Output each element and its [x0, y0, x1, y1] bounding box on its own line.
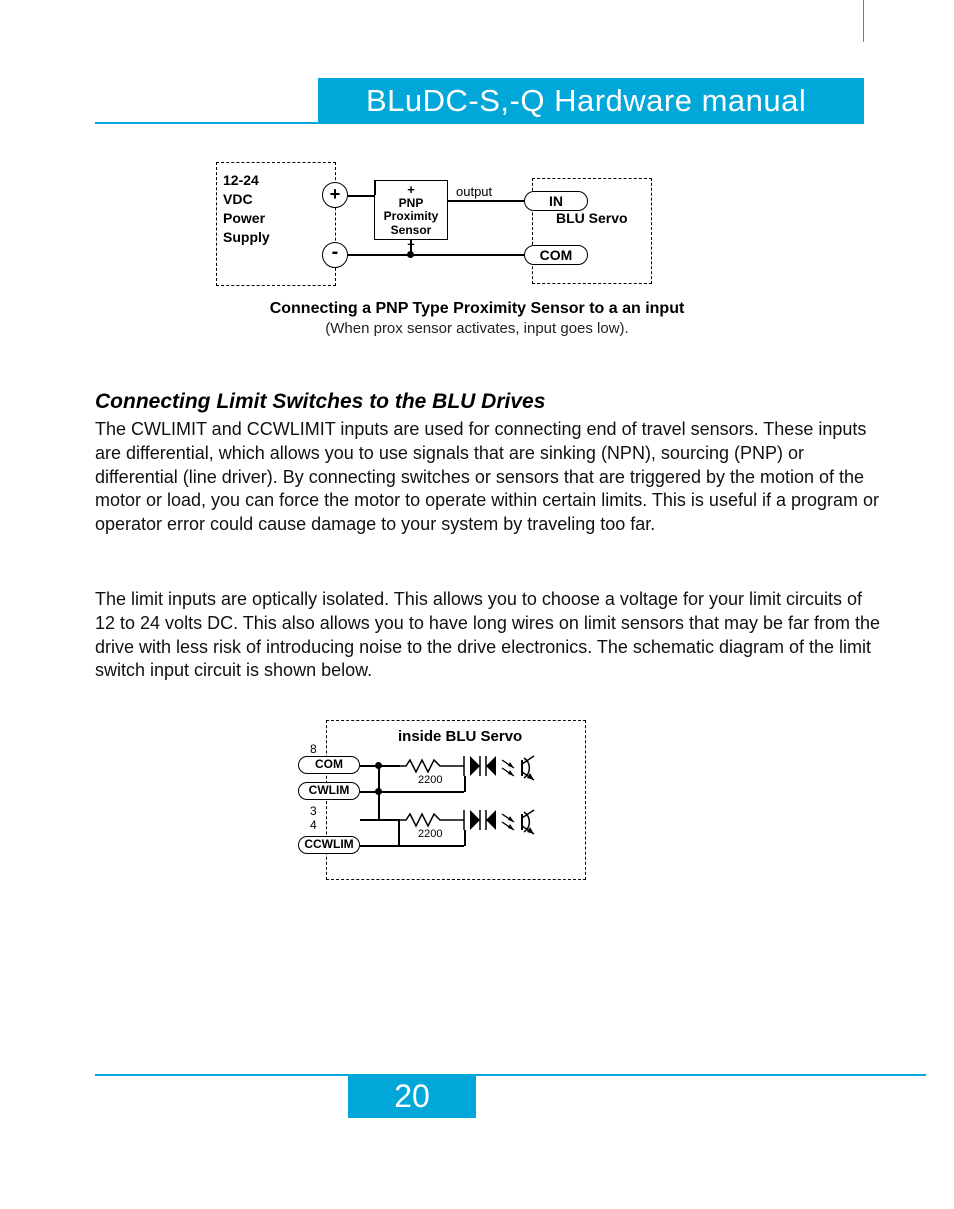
output-label: output — [456, 184, 492, 199]
footer-rule — [95, 1074, 926, 1076]
wire — [360, 845, 400, 847]
resistor-1-label: 2200 — [418, 774, 442, 786]
minus-terminal: - — [322, 242, 348, 268]
optoisolator-icon — [450, 750, 570, 788]
resistor-2-label: 2200 — [418, 828, 442, 840]
page-title: BLuDC-S,-Q Hardware manual — [318, 78, 864, 124]
pin-3: 3 — [310, 804, 317, 818]
resistor-icon — [400, 812, 450, 828]
resistor-icon — [400, 758, 450, 774]
sensor-l3: Sensor — [375, 224, 447, 237]
ccwlim-pin: CCWLIM — [298, 836, 360, 854]
com-terminal: COM — [524, 245, 588, 265]
com-pin: COM — [298, 756, 360, 774]
wire — [398, 791, 464, 793]
cwlim-pin: CWLIM — [298, 782, 360, 800]
power-supply-box: 12-24 VDC Power Supply — [216, 162, 336, 286]
servo-label: BLU Servo — [556, 210, 628, 226]
in-terminal: IN — [524, 191, 588, 211]
pin-8: 8 — [310, 742, 317, 756]
junction-dot — [407, 251, 414, 258]
ps-label-3: Power — [223, 209, 329, 228]
diagram1-caption: Connecting a PNP Type Proximity Sensor t… — [0, 300, 954, 337]
header: BLuDC-S,-Q Hardware manual — [0, 78, 954, 124]
wire — [448, 200, 528, 202]
top-vline — [863, 0, 864, 42]
plus-terminal: + — [322, 182, 348, 208]
junction-dot — [375, 788, 382, 795]
wire — [348, 254, 410, 256]
wire — [464, 830, 466, 846]
caption-line1: Connecting a PNP Type Proximity Sensor t… — [0, 300, 954, 318]
junction-dot — [375, 762, 382, 769]
paragraph-2: The limit inputs are optically isolated.… — [95, 588, 884, 683]
wire — [398, 845, 464, 847]
wire — [464, 776, 466, 792]
optoisolator-icon — [450, 804, 570, 842]
section-heading: Connecting Limit Switches to the BLU Dri… — [95, 390, 545, 414]
diagram-pnp-sensor: 12-24 VDC Power Supply + - + PNP Proximi… — [216, 158, 656, 298]
sensor-l2: Proximity — [375, 210, 447, 223]
ps-label-1: 12-24 — [223, 171, 329, 190]
wire — [410, 254, 528, 256]
sensor-box: + PNP Proximity Sensor – — [374, 180, 448, 240]
sensor-plus: + — [375, 183, 447, 197]
page-number: 20 — [348, 1076, 476, 1118]
wire — [348, 195, 374, 197]
inside-label: inside BLU Servo — [398, 728, 522, 745]
wire — [360, 819, 400, 821]
ps-label-4: Supply — [223, 228, 329, 247]
diagram-limit-schematic: inside BLU Servo 8 COM CWLIM 3 4 CCWLIM … — [290, 720, 600, 890]
paragraph-1: The CWLIMIT and CCWLIMIT inputs are used… — [95, 418, 884, 537]
pin-4: 4 — [310, 818, 317, 832]
ps-label-2: VDC — [223, 190, 329, 209]
caption-line2: (When prox sensor activates, input goes … — [0, 320, 954, 337]
sensor-minus: – — [375, 237, 447, 251]
